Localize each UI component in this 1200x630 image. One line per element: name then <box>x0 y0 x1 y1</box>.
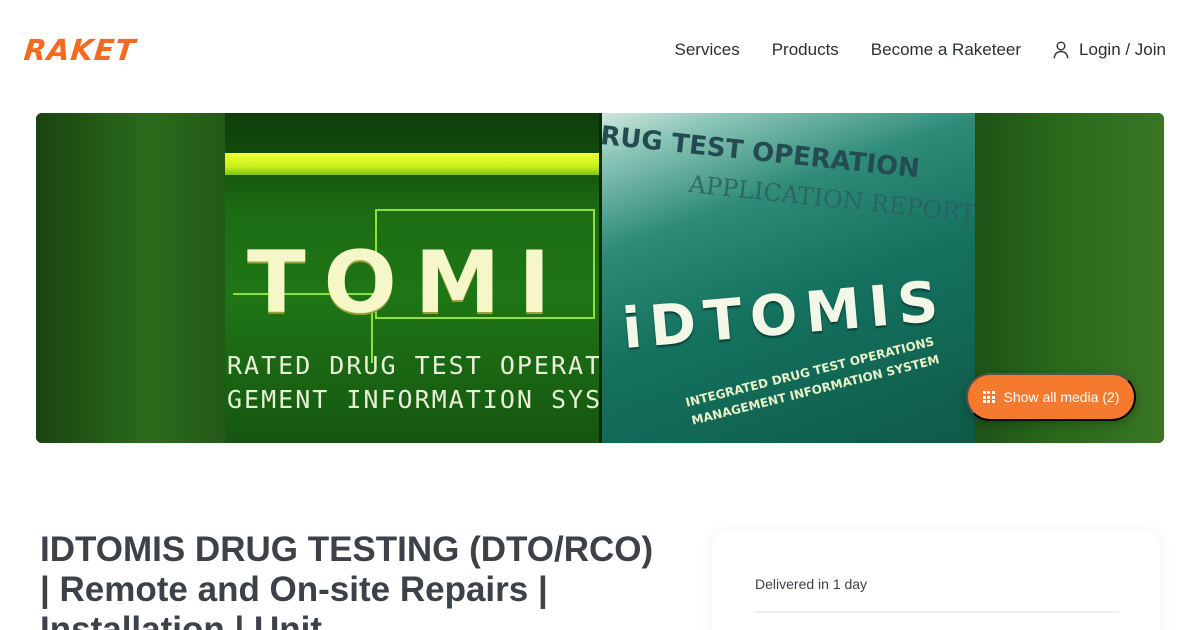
image-1-caption-line-1: RATED DRUG TEST OPERAT <box>227 351 599 380</box>
nav-become-raketeer[interactable]: Become a Raketeer <box>871 36 1021 64</box>
gallery-image-2[interactable]: RUG TEST OPERATION APPLICATION REPORT iD… <box>602 113 975 443</box>
card-divider <box>755 611 1119 613</box>
delivery-time: Delivered in 1 day <box>755 576 868 592</box>
nav-services[interactable]: Services <box>675 36 740 64</box>
gallery-blur-left <box>36 113 225 443</box>
image-2-menu-text: APPLICATION REPORT <box>687 170 975 228</box>
logo-text: RAKET <box>22 33 138 67</box>
image-2-header-text: RUG TEST OPERATION <box>602 121 922 185</box>
raket-logo[interactable]: RAKET <box>22 32 164 68</box>
main-nav: Services Products Become a Raketeer Logi… <box>643 36 1166 64</box>
gallery-image-1[interactable]: TOMI RATED DRUG TEST OPERAT GEMENT INFOR… <box>225 113 599 443</box>
user-icon <box>1053 41 1069 59</box>
image-1-brand-text: TOMI <box>247 233 569 333</box>
order-card: Delivered in 1 day <box>712 531 1160 630</box>
login-join-link[interactable]: Login / Join <box>1053 36 1166 64</box>
image-1-highlight-bar <box>225 153 599 175</box>
show-all-media-label: Show all media (2) <box>1003 389 1120 405</box>
listing-title: IDTOMIS DRUG TESTING (DTO/RCO) | Remote … <box>40 530 654 630</box>
grid-icon <box>982 391 995 403</box>
nav-products[interactable]: Products <box>772 36 839 64</box>
show-all-media-button[interactable]: Show all media (2) <box>966 373 1136 421</box>
site-header: RAKET Services Products Become a Raketee… <box>0 0 1200 100</box>
image-1-caption-line-2: GEMENT INFORMATION SYS <box>227 385 599 414</box>
media-gallery[interactable]: TOMI RATED DRUG TEST OPERAT GEMENT INFOR… <box>36 113 1164 443</box>
login-join-label: Login / Join <box>1079 40 1166 59</box>
